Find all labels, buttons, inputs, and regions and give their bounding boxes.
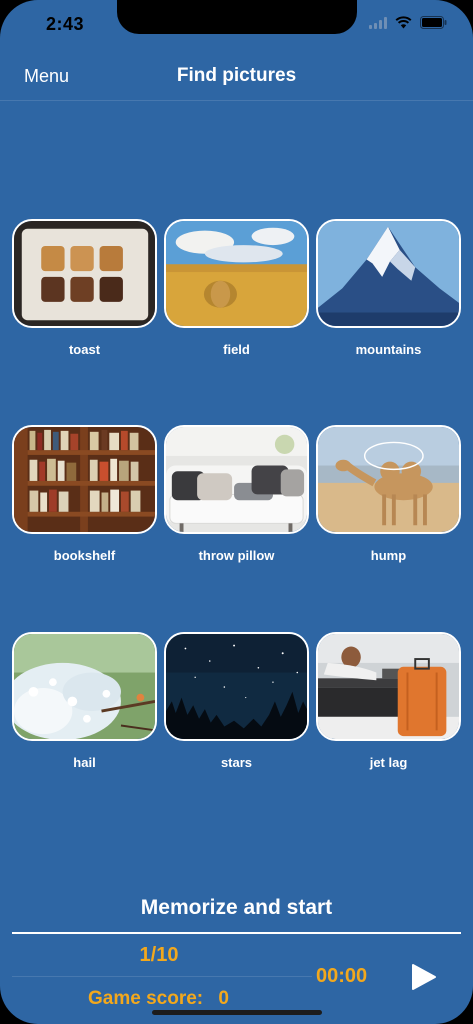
home-indicator (152, 1010, 322, 1015)
toast-image[interactable] (12, 219, 157, 328)
score-value: 0 (218, 988, 229, 1009)
picture-card-hail[interactable]: hail (12, 632, 157, 770)
mountains-image[interactable] (316, 219, 461, 328)
picture-card-jet-lag[interactable]: jet lag (316, 632, 461, 770)
status-icons (369, 16, 447, 29)
picture-card-hump[interactable]: hump (316, 425, 461, 563)
play-icon (412, 964, 436, 990)
round-progress: 1/10 (139, 944, 179, 966)
picture-label: toast (68, 342, 101, 357)
timer: 00:00 (316, 965, 368, 987)
cellular-signal-icon (369, 16, 387, 29)
divider (12, 932, 461, 934)
memorize-start-button[interactable]: Memorize and start (0, 896, 473, 920)
picture-card-field[interactable]: field (164, 219, 309, 357)
picture-label: hump (370, 548, 407, 563)
bookshelf-image[interactable] (12, 425, 157, 534)
picture-label: throw pillow (198, 548, 275, 563)
throw-pillow-image[interactable] (164, 425, 309, 534)
picture-label: field (223, 342, 250, 357)
wifi-icon (395, 16, 412, 29)
progress-track (12, 976, 312, 977)
picture-card-toast[interactable]: toast (12, 219, 157, 357)
status-bar: 2:43 (0, 0, 473, 50)
hail-image[interactable] (12, 632, 157, 741)
picture-card-mountains[interactable]: mountains (316, 219, 461, 357)
picture-card-stars[interactable]: stars (164, 632, 309, 770)
game-score: Game score: 0 (88, 988, 229, 1010)
play-button[interactable] (408, 962, 438, 992)
picture-card-throw-pillow[interactable]: throw pillow (164, 425, 309, 563)
app-screen: 2:43 Menu Find pictures toast field moun… (0, 0, 473, 1024)
picture-label: mountains (355, 342, 422, 357)
picture-label: stars (220, 755, 253, 770)
jet-lag-image[interactable] (316, 632, 461, 741)
picture-label: hail (73, 755, 96, 770)
field-image[interactable] (164, 219, 309, 328)
status-time: 2:43 (46, 14, 85, 34)
stars-image[interactable] (164, 632, 309, 741)
picture-label: jet lag (369, 755, 408, 770)
navigation-bar: Menu Find pictures (0, 50, 473, 101)
hump-image[interactable] (316, 425, 461, 534)
battery-icon (420, 16, 447, 29)
device-notch (117, 0, 357, 34)
picture-label: bookshelf (53, 548, 116, 563)
page-title: Find pictures (176, 65, 297, 86)
score-label: Game score: (88, 988, 204, 1009)
picture-card-bookshelf[interactable]: bookshelf (12, 425, 157, 563)
